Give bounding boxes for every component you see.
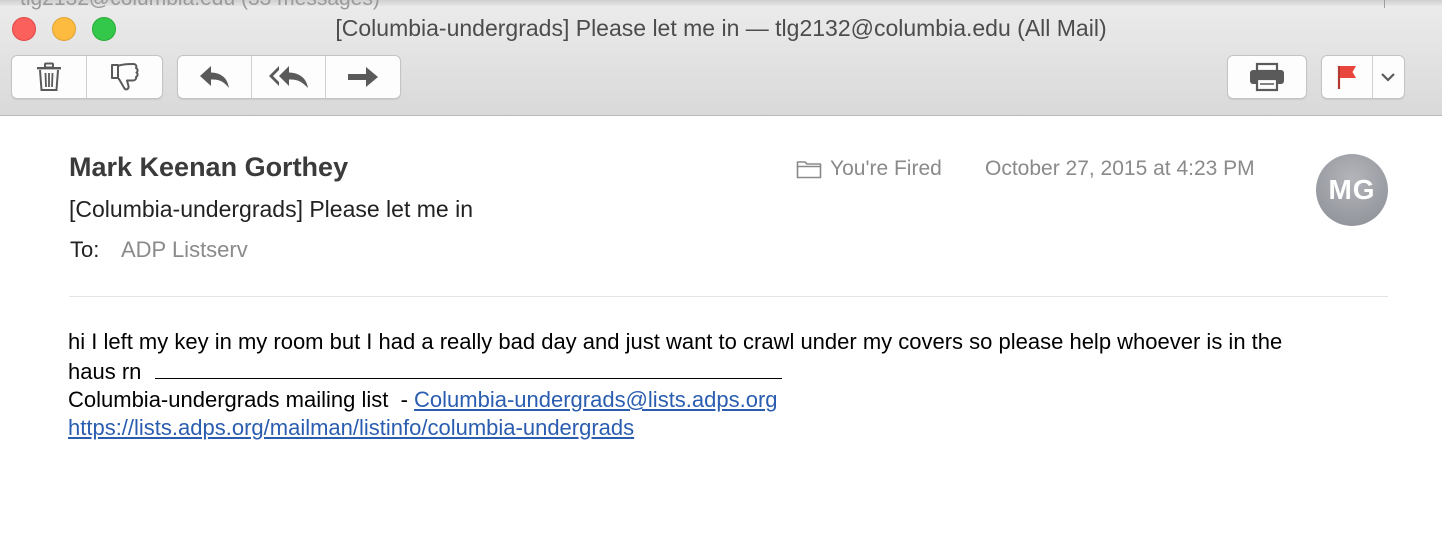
window-title: [Columbia-undergrads] Please let me in —… [335, 15, 1107, 41]
to-label: To: [70, 237, 100, 262]
sender-name[interactable]: Mark Keenan Gorthey [69, 152, 348, 183]
background-window-title: tlg2132@columbia.edu (33 messages) [20, 0, 380, 11]
flag-icon [1337, 66, 1356, 89]
recipient[interactable]: ADP Listserv [121, 237, 248, 263]
body-text: haus rn [68, 359, 142, 384]
mailbox-name: You're Fired [830, 157, 942, 180]
forward-icon [348, 67, 378, 87]
message-body: hi I left my key in my room but I had a … [68, 328, 1408, 442]
flag-group [1321, 55, 1405, 99]
message-subject: [Columbia-undergrads] Please let me in [69, 196, 473, 222]
flag-menu-button[interactable] [1373, 56, 1404, 98]
reply-all-button[interactable] [252, 56, 326, 98]
mailbox-location[interactable]: You're Fired [796, 157, 942, 181]
header-divider [69, 296, 1388, 297]
reply-all-icon [268, 66, 308, 88]
mailing-list-url-line: https://lists.adps.org/mailman/listinfo/… [68, 414, 1408, 442]
reply-group [177, 55, 401, 99]
forward-button[interactable] [326, 56, 400, 98]
mailing-list-url-link[interactable]: https://lists.adps.org/mailman/listinfo/… [68, 415, 634, 440]
message-date: October 27, 2015 at 4:23 PM [985, 157, 1255, 180]
trash-icon [37, 62, 61, 91]
mailing-list-footer: Columbia-undergrads mailing list - Colum… [68, 386, 1408, 414]
print-group [1227, 55, 1307, 99]
reply-icon [199, 66, 229, 88]
avatar: MG [1316, 154, 1388, 226]
flag-button[interactable] [1322, 56, 1373, 98]
printer-icon [1250, 62, 1284, 92]
thumbs-down-icon [110, 63, 139, 91]
window-toolbar: tlg2132@columbia.edu (33 messages) [Colu… [0, 0, 1442, 116]
chevron-down-icon [1381, 73, 1396, 82]
delete-junk-group [11, 55, 163, 99]
print-button[interactable] [1228, 56, 1306, 98]
reply-button[interactable] [178, 56, 252, 98]
body-line: hi I left my key in my room but I had a … [68, 329, 1283, 354]
junk-button[interactable] [87, 56, 162, 98]
background-window-divider [1384, 0, 1385, 8]
folder-icon [796, 161, 822, 179]
delete-button[interactable] [12, 56, 87, 98]
body-line: haus rn [68, 356, 1408, 386]
signature-separator [155, 356, 783, 379]
mailing-list-label: Columbia-undergrads mailing list - [68, 387, 415, 412]
mailing-list-email-link[interactable]: Columbia-undergrads@lists.adps.org [414, 387, 778, 412]
avatar-initials: MG [1328, 174, 1376, 205]
